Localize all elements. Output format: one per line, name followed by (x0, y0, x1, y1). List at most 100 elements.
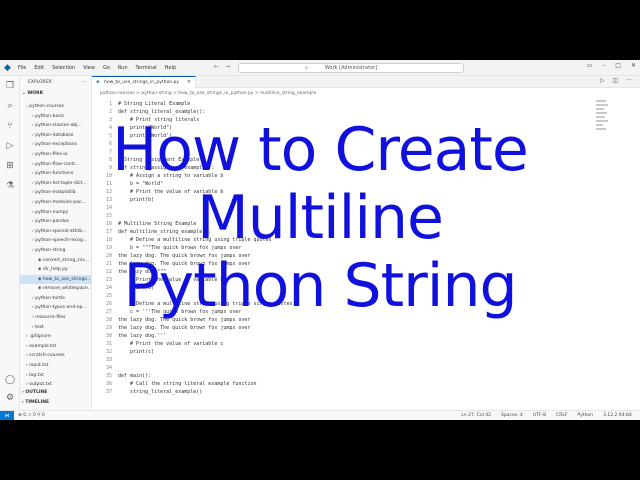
run-file-icon[interactable]: ▷ (600, 77, 605, 84)
code-line[interactable]: 37 string_literal_example() (92, 388, 592, 396)
settings-gear-icon[interactable]: ⚙ (4, 392, 16, 404)
code-line[interactable]: 5 print('World') (92, 132, 592, 140)
code-line[interactable]: 17 def multiline_string_example(): (92, 228, 592, 236)
code-line[interactable]: 34 (92, 364, 592, 372)
tree-item[interactable]: ◈ dir_help.py (20, 265, 91, 275)
code-line[interactable]: 31 # Print the value of variable c (92, 340, 592, 348)
split-editor-icon[interactable]: ◫ (613, 77, 619, 84)
tree-item[interactable]: › python-pandas (20, 217, 91, 227)
code-line[interactable]: 14 (92, 204, 592, 212)
line-ending[interactable]: CRLF (556, 413, 567, 418)
tab-close-icon[interactable]: ✕ (187, 77, 191, 88)
tree-item[interactable]: › .gitignore (20, 332, 91, 342)
maximize-icon[interactable]: □ (615, 62, 621, 69)
tree-item[interactable]: › python-modules-pac... (20, 198, 91, 208)
encoding[interactable]: UTF-8 (533, 413, 546, 418)
source-control-icon[interactable]: ⑂ (4, 120, 16, 132)
tree-item[interactable]: › test (20, 323, 91, 333)
code-line[interactable]: 29 the lazy dog. The quick brown fox jump… (92, 324, 592, 332)
search-sidebar-icon[interactable]: ⌕ (4, 100, 16, 112)
editor-more-icon[interactable]: ··· (626, 77, 632, 84)
command-center-search[interactable]: ⌕ Work [Administrator] (238, 63, 464, 73)
code-line[interactable]: 2 def string_literal_example(): (92, 108, 592, 116)
extensions-icon[interactable]: ⊞ (4, 160, 16, 172)
breadcrumb[interactable]: python-courses > python-string > how_to_… (100, 91, 316, 99)
code-line[interactable]: 21 the lazy dog. The quick brown fox jump… (92, 260, 592, 268)
tree-item[interactable]: › python-classes-obj... (20, 121, 91, 131)
tree-item[interactable]: › python-matplotlib (20, 188, 91, 198)
code-line[interactable]: 35 def main(): (92, 372, 592, 380)
language-mode[interactable]: Python (577, 413, 593, 418)
tree-item[interactable]: › python-functions (20, 169, 91, 179)
code-line[interactable]: 8 # String Assignment Example (92, 156, 592, 164)
code-line[interactable]: 32 print(c) (92, 348, 592, 356)
code-line[interactable]: 27 c = '''The quick brown fox jumps over (92, 308, 592, 316)
more-actions-icon[interactable]: ··· (82, 79, 87, 85)
minimize-icon[interactable]: – (602, 62, 605, 69)
code-line[interactable]: 23 # Print the value of variable b (92, 276, 592, 284)
code-line[interactable]: 6 (92, 140, 592, 148)
tree-item[interactable]: › python-speech-recog... (20, 236, 91, 246)
python-interpreter[interactable]: 3.12.2 64-bit (603, 413, 632, 418)
code-line[interactable]: 36 # Call the string literal example fun… (92, 380, 592, 388)
code-line[interactable]: 26 # Define a multiline string using tri… (92, 300, 592, 308)
indentation[interactable]: Spaces: 4 (501, 413, 523, 418)
account-icon[interactable]: ◯ (4, 374, 16, 386)
menu-item-go[interactable]: Go (103, 65, 110, 71)
code-line[interactable]: 13 print(b) (92, 196, 592, 204)
tree-item[interactable]: › resource-files (20, 313, 91, 323)
forward-arrow-icon[interactable]: → (225, 63, 230, 70)
code-line[interactable]: 3 # Print string literals (92, 116, 592, 124)
tree-item[interactable]: › python-basic (20, 112, 91, 122)
cursor-position[interactable]: Ln 27, Col 42 (461, 413, 491, 418)
menu-item-selection[interactable]: Selection (52, 65, 75, 71)
menu-item-run[interactable]: Run (118, 65, 128, 71)
code-line[interactable]: 12 # Print the value of variable b (92, 188, 592, 196)
code-line[interactable]: 19 b = """The quick brown fox jumps over (92, 244, 592, 252)
code-line[interactable]: 16 # Multiline String Example (92, 220, 592, 228)
close-icon[interactable]: ✕ (631, 62, 636, 69)
tree-item[interactable]: › python-string (20, 246, 91, 256)
code-line[interactable]: 4 print("World") (92, 124, 592, 132)
tree-item[interactable]: ◈ remove_whitespace... (20, 284, 91, 294)
tree-item[interactable]: ◈ how_to_use_strings... (20, 274, 91, 285)
menu-item-file[interactable]: File (18, 65, 26, 71)
testing-icon[interactable]: ⚗ (4, 180, 16, 192)
tree-item[interactable]: › example.txt (20, 342, 91, 352)
code-line[interactable]: 25 (92, 292, 592, 300)
explorer-icon[interactable]: ❐ (4, 80, 16, 92)
code-line[interactable]: 33 (92, 356, 592, 364)
tree-item[interactable]: › log.txt (20, 371, 91, 381)
code-line[interactable]: 15 (92, 212, 592, 220)
timeline-section[interactable]: › TIMELINE (22, 400, 49, 405)
problems-indicator[interactable]: ⊗ 0 ⚠ 0 ⚲ 0 (18, 413, 45, 418)
tree-item[interactable]: › python-special-attrib... (20, 227, 91, 237)
tree-item[interactable]: › python-typos-and-op... (20, 303, 91, 313)
code-line[interactable]: 22 the lazy dog.""" (92, 268, 592, 276)
tab-how-to-use-strings[interactable]: ◈ how_to_use_strings_in_python.py ✕ (92, 76, 196, 88)
tree-item[interactable]: › python-database (20, 131, 91, 141)
tree-item[interactable]: › python-courses (20, 102, 91, 112)
outline-section[interactable]: › OUTLINE (22, 390, 47, 395)
tree-item[interactable]: ◈ convert_string_csv... (20, 256, 91, 266)
tree-item[interactable]: › python-turtle (20, 294, 91, 304)
tree-item[interactable]: › python-list-tuple-dict... (20, 179, 91, 189)
code-line[interactable]: 11 b = "World" (92, 180, 592, 188)
menu-item-view[interactable]: View (83, 65, 95, 71)
tree-item[interactable]: › input.txt (20, 361, 91, 371)
minimap[interactable] (596, 100, 610, 140)
remote-icon[interactable]: ⋈ (0, 411, 14, 420)
code-line[interactable]: 30 the lazy dog.''' (92, 332, 592, 340)
tree-item[interactable]: › python-flow-contr... (20, 160, 91, 170)
tree-item[interactable]: › scratch-courses (20, 351, 91, 361)
code-line[interactable]: 20 the lazy dog. The quick brown fox jump… (92, 252, 592, 260)
work-section[interactable]: ⌄ WORK (22, 91, 43, 96)
code-line[interactable]: 7 (92, 148, 592, 156)
tree-item[interactable]: › python-numpy (20, 208, 91, 218)
back-arrow-icon[interactable]: ← (214, 63, 219, 70)
code-line[interactable]: 24 print(b) (92, 284, 592, 292)
layout-icon[interactable]: ▭ (587, 62, 593, 69)
tree-item[interactable]: › python-files-io (20, 150, 91, 160)
menu-item-help[interactable]: Help (165, 65, 176, 71)
code-line[interactable]: 1 # String Literal Example (92, 100, 592, 108)
